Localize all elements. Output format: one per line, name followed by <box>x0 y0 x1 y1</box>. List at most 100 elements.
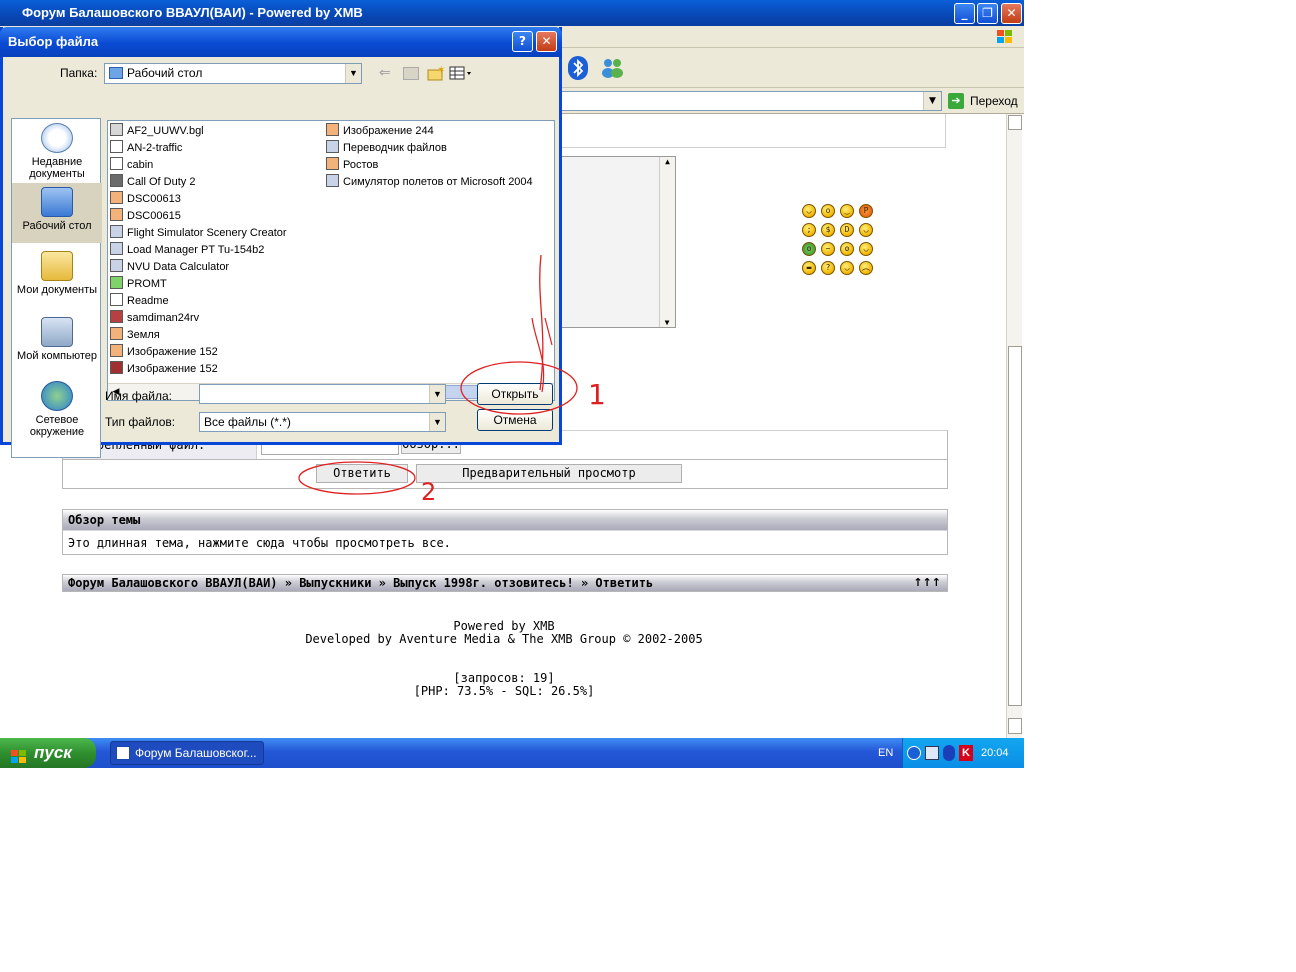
cool-icon[interactable]: ▬ <box>802 261 816 275</box>
textarea-scrollbar[interactable]: ▲ ▼ <box>659 157 675 327</box>
antivirus-icon[interactable]: K <box>959 745 973 761</box>
folder-select[interactable]: Рабочий стол ▼ <box>104 63 362 84</box>
file-item[interactable]: Ростов <box>326 157 378 173</box>
place-documents[interactable]: Мои документы <box>12 251 102 296</box>
minimize-button[interactable]: _ <box>954 3 975 24</box>
chevron-down-icon[interactable]: ▼ <box>923 92 941 110</box>
system-tray: K 20:04 <box>902 738 1024 768</box>
file-item[interactable]: AN-2-traffic <box>110 140 182 156</box>
file-name: AN-2-traffic <box>127 142 183 154</box>
file-item[interactable]: PROMT <box>110 276 167 292</box>
money-icon[interactable]: $ <box>821 223 835 237</box>
filetype-value: Все файлы (*.*) <box>204 415 291 429</box>
maximize-button[interactable]: ❐ <box>977 3 998 24</box>
file-item[interactable]: Земля <box>110 327 160 343</box>
file-item[interactable]: Изображение 152 <box>110 344 218 360</box>
chevron-down-icon[interactable]: ▼ <box>429 413 445 431</box>
file-item[interactable]: Flight Simulator Scenery Creator <box>110 225 287 241</box>
open-button[interactable]: Открыть <box>477 383 553 405</box>
places-bar: Недавние документы Рабочий стол Мои доку… <box>11 118 102 458</box>
angel-icon[interactable]: ◡ <box>840 261 854 275</box>
file-dialog: Папка: Рабочий стол ▼ ⇐ ✶ Недавние докум… <box>0 27 562 458</box>
place-network[interactable]: Сетевое окружение <box>12 381 102 438</box>
bluetooth-tray-icon[interactable] <box>943 745 955 761</box>
tray-expand-icon[interactable] <box>907 746 921 760</box>
place-recent-label: Недавние документы <box>29 156 85 180</box>
file-item[interactable]: DSC00615 <box>110 208 181 224</box>
file-item[interactable]: Изображение 244 <box>326 123 434 139</box>
file-item[interactable]: Load Manager PT Tu-154b2 <box>110 242 264 258</box>
scroll-down-arrow[interactable] <box>1008 718 1022 734</box>
bluetooth-icon[interactable] <box>568 56 588 80</box>
chevron-down-icon[interactable]: ▼ <box>345 64 361 83</box>
place-network-label: Сетевое окружение <box>29 414 85 438</box>
file-name: Ростов <box>343 159 379 171</box>
file-name: Земля <box>127 329 160 341</box>
happy-icon[interactable]: ◡ <box>859 223 873 237</box>
message-textarea[interactable]: ▲ ▼ <box>560 156 676 328</box>
place-desktop[interactable]: Рабочий стол <box>12 183 102 243</box>
file-item[interactable]: Переводчик файлов <box>326 140 447 156</box>
scroll-top-arrows[interactable]: ↑↑↑ <box>913 575 941 591</box>
page-scrollbar[interactable] <box>1006 114 1022 738</box>
filetype-select[interactable]: Все файлы (*.*) ▼ <box>199 412 446 432</box>
file-item[interactable]: Readme <box>110 293 169 309</box>
place-computer-label: Мой компьютер <box>16 350 98 362</box>
dialog-close-button[interactable]: ✕ <box>536 31 557 52</box>
place-computer[interactable]: Мой компьютер <box>12 317 102 362</box>
surprised-icon[interactable]: o <box>821 204 835 218</box>
neutral-icon[interactable]: ‿ <box>840 204 854 218</box>
file-item[interactable]: Изображение 152 <box>110 361 218 377</box>
file-item[interactable]: cabin <box>110 157 153 173</box>
footer-timing: [PHP: 73.5% - SQL: 26.5%] <box>413 684 595 698</box>
help-button[interactable]: ? <box>512 31 533 52</box>
address-input[interactable]: ▼ <box>560 91 942 111</box>
eyes-icon[interactable]: ʘ <box>840 242 854 256</box>
network-icon[interactable] <box>925 746 939 760</box>
breadcrumb-bar: Форум Балашовского ВВАУЛ(ВАИ) » Выпускни… <box>62 574 948 592</box>
sad-icon[interactable]: ︵ <box>859 261 873 275</box>
file-item[interactable]: NVU Data Calculator <box>110 259 229 275</box>
grin-icon[interactable]: D <box>840 223 854 237</box>
file-list[interactable]: AF2_UUWV.bgl AN-2-traffic cabin Call Of Dut… <box>107 120 555 401</box>
tongue-icon[interactable]: P <box>859 204 873 218</box>
chevron-down-icon[interactable]: ▼ <box>429 385 445 403</box>
start-button[interactable]: пуск <box>0 738 96 768</box>
file-item[interactable]: AF2_UUWV.bgl <box>110 123 204 139</box>
place-documents-label: Мои документы <box>16 284 98 296</box>
taskbar-item-browser[interactable]: Форум Балашовског... <box>110 741 264 765</box>
file-icon <box>110 310 123 323</box>
close-button[interactable]: ✕ <box>1001 3 1022 24</box>
place-recent[interactable]: Недавние документы <box>12 123 102 180</box>
scroll-up-arrow[interactable] <box>1008 115 1022 130</box>
breadcrumb[interactable]: Форум Балашовского ВВАУЛ(ВАИ) » Выпускни… <box>63 575 947 591</box>
topic-overview-link[interactable]: Это длинная тема, нажмите сюда чтобы про… <box>63 530 947 554</box>
frog-icon[interactable]: ʘ <box>802 242 816 256</box>
scroll-thumb[interactable] <box>1008 346 1022 706</box>
smile-icon[interactable]: ◡ <box>802 204 816 218</box>
network-globe-icon <box>41 381 73 411</box>
reply-button[interactable]: Ответить <box>316 464 408 483</box>
file-name: cabin <box>127 159 154 171</box>
go-button[interactable]: ➔ Переход <box>948 91 1020 111</box>
wink-icon[interactable]: ; <box>802 223 816 237</box>
file-item[interactable]: Симулятор полетов от Microsoft 2004 <box>326 174 533 190</box>
browser-title-bar: Форум Балашовского ВВАУЛ(ВАИ) - Powered … <box>0 0 1024 26</box>
up-folder-icon[interactable] <box>403 67 419 80</box>
question-icon[interactable]: ? <box>821 261 835 275</box>
confused-icon[interactable]: ~ <box>821 242 835 256</box>
file-item[interactable]: DSC00613 <box>110 191 181 207</box>
clock[interactable]: 20:04 <box>981 738 1009 768</box>
view-menu-icon[interactable] <box>449 65 473 81</box>
back-icon[interactable]: ⇐ <box>379 65 395 81</box>
preview-button[interactable]: Предварительный просмотр <box>416 464 682 483</box>
messenger-icon[interactable] <box>598 56 626 80</box>
cancel-button[interactable]: Отмена <box>477 409 553 431</box>
new-folder-icon[interactable]: ✶ <box>427 65 445 81</box>
file-icon <box>326 123 339 136</box>
filename-input[interactable]: ▼ <box>199 384 446 404</box>
language-indicator[interactable]: EN <box>878 738 902 768</box>
laugh-icon[interactable]: ◡ <box>859 242 873 256</box>
file-item[interactable]: samdiman24rv <box>110 310 199 326</box>
file-item[interactable]: Call Of Duty 2 <box>110 174 195 190</box>
